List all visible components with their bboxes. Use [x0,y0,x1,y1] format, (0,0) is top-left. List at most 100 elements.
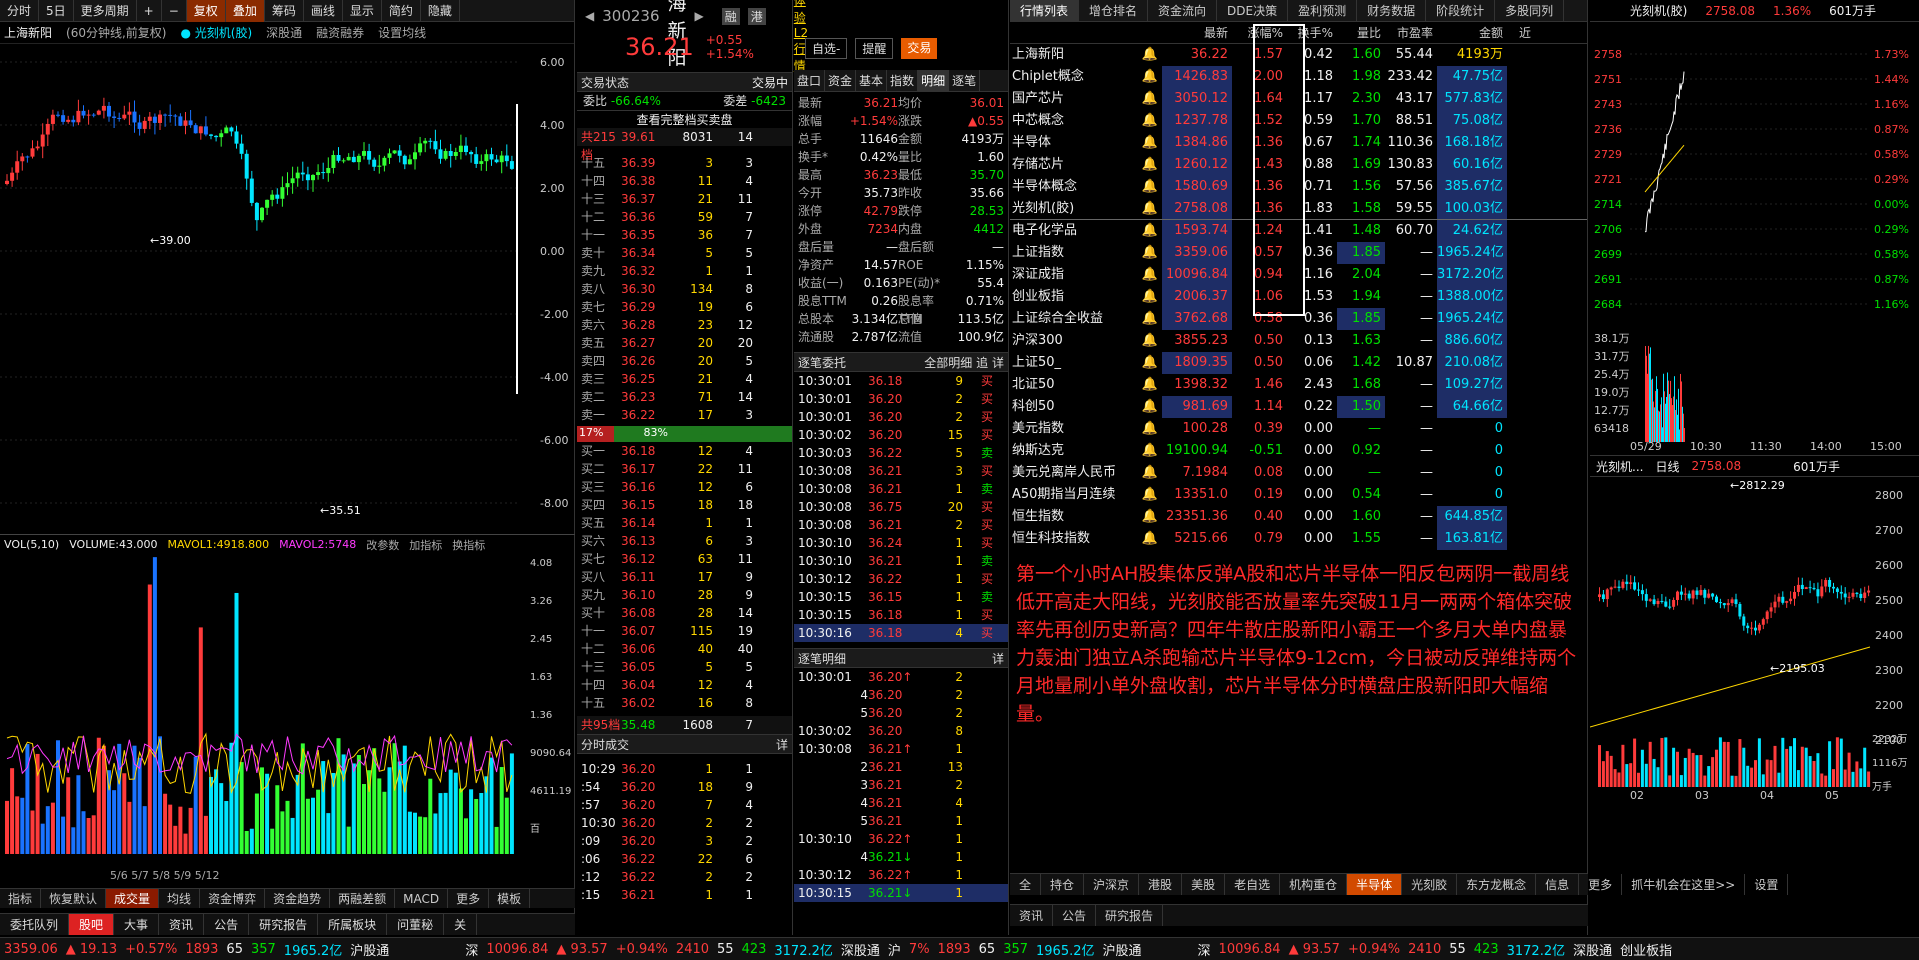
indicator-tab[interactable]: 资金趋势 [265,889,331,908]
column-header[interactable]: 近 [1507,22,1535,43]
watchlist-tab[interactable]: 多股同列 [1495,0,1565,21]
bell-icon[interactable]: 🔔 [1140,374,1162,396]
ma-settings[interactable]: 设置均线 [378,24,426,41]
detail-tab[interactable]: 逐笔 [949,70,981,91]
detail-tab[interactable]: 盘口 [794,70,826,91]
column-header[interactable]: 市盈率 [1385,22,1437,43]
detail-tab[interactable]: 指数 [887,70,919,91]
bottom-tab[interactable]: 老自选 [1225,874,1281,895]
watchlist-row[interactable]: 北证50 🔔 1398.32 1.46 2.43 1.68 — 109.27亿 [1010,374,1587,396]
watchlist-row[interactable]: 恒生指数 🔔 23351.36 0.40 0.00 1.60 — 644.85亿 [1010,506,1587,528]
edit-params-button[interactable]: 改参数 [366,537,399,553]
bell-icon[interactable]: 🔔 [1140,506,1162,528]
bottom-tab[interactable]: 机构重仓 [1280,874,1348,895]
toolbar-item[interactable]: 隐藏 [421,0,460,22]
toolbar-item[interactable]: 更多周期 [74,0,137,22]
sz-connect-2[interactable]: 深股通 [1573,940,1612,959]
toolbar-item[interactable]: + [137,0,162,22]
watchlist-row[interactable]: 恒生科技指数 🔔 5215.66 0.79 0.00 1.55 — 163.81亿 [1010,528,1587,550]
watchlist-tab[interactable]: 增仓排名 [1079,0,1149,21]
watchlist-tab[interactable]: 财务数据 [1357,0,1427,21]
info-tab[interactable]: 股吧 [69,914,115,935]
detail-tab[interactable]: 资金 [825,70,857,91]
bottom-tab[interactable]: 光刻胶 [1402,874,1458,895]
bell-icon[interactable]: 🔔 [1140,352,1162,374]
toolbar-item[interactable]: 显示 [343,0,382,22]
column-header[interactable]: 最新 [1162,22,1232,43]
indicator-tab[interactable]: 模板 [489,889,531,908]
bell-icon[interactable]: 🔔 [1140,396,1162,418]
toolbar-item[interactable]: 筹码 [265,0,304,22]
bell-icon[interactable]: 🔔 [1140,110,1162,132]
bottom-tab[interactable]: 美股 [1182,874,1226,895]
indicator-tab[interactable]: 均线 [159,889,201,908]
info-tab[interactable]: 资讯 [159,914,205,935]
column-header[interactable]: 量比 [1337,22,1385,43]
bell-icon[interactable]: 🔔 [1140,44,1162,66]
bell-icon[interactable]: 🔔 [1140,176,1162,198]
info-tab[interactable]: 委托队列 [0,914,70,935]
watchlist-tab[interactable]: DDE决策 [1217,0,1289,21]
info-tab[interactable]: 大事 [114,914,160,935]
bell-icon[interactable]: 🔔 [1140,330,1162,352]
change-indicator-button[interactable]: 换指标 [452,537,485,553]
bottom-tab[interactable]: 持仓 [1041,874,1085,895]
info-tab[interactable]: 研究报告 [249,914,319,935]
bell-icon[interactable]: 🔔 [1140,528,1162,550]
bottom-tab[interactable]: 全 [1010,874,1042,895]
toolbar-item[interactable]: 简约 [382,0,421,22]
bottom-tab[interactable]: 港股 [1139,874,1183,895]
bell-icon[interactable]: 🔔 [1140,132,1162,154]
column-header[interactable]: 金额 [1437,22,1507,43]
deep-connect-label[interactable]: 深股通 [266,24,302,41]
toolbar-item[interactable]: 分时 [0,0,40,22]
toolbar-item[interactable]: 画线 [304,0,343,22]
indicator-tab[interactable]: 更多 [448,889,490,908]
bottom-tab[interactable]: 东方龙概念 [1457,874,1537,895]
bottom-tab[interactable]: 信息 [1536,874,1580,895]
candlestick-chart[interactable]: 6.00 4.00 2.00 0.00 -2.00 -4.00 -6.00 -8.00 ←39.… [0,44,575,534]
watchlist-tab[interactable]: 行情列表 [1010,0,1080,21]
detail-tab[interactable]: 基本 [856,70,888,91]
bell-icon[interactable]: 🔔 [1140,462,1162,484]
watchlist-tab[interactable]: 盈利预测 [1288,0,1358,21]
bottom-tab[interactable]: 半导体 [1347,874,1403,895]
indicator-tab[interactable]: 恢复默认 [41,889,107,908]
bell-icon[interactable]: 🔔 [1140,308,1162,330]
info-tab[interactable]: 问董秘 [387,914,445,935]
info-tab[interactable]: 所属板块 [318,914,388,935]
indicator-tab[interactable]: 成交量 [106,889,160,908]
mingxi-detail-button[interactable]: 详 [992,649,1004,667]
chase-button[interactable]: 追 [976,356,988,370]
watchlist-row[interactable]: 纳斯达克 🔔 19100.94 -0.51 0.00 0.92 — 0 [1010,440,1587,462]
bell-icon[interactable]: 🔔 [1140,198,1162,219]
prev-stock-icon[interactable]: ◀ [585,9,594,23]
zhubi-detail-button[interactable]: 详 [992,356,1004,370]
info-bottom-tab[interactable]: 资讯 [1010,905,1054,926]
watchlist-row[interactable]: 沪深300 🔔 3855.23 0.50 0.13 1.63 — 886.60亿 [1010,330,1587,352]
bell-icon[interactable]: 🔔 [1140,66,1162,88]
add-indicator-button[interactable]: 加指标 [409,537,442,553]
all-detail-button[interactable]: 全部明细 [924,356,972,370]
toolbar-item[interactable]: 5日 [39,0,74,22]
bell-icon[interactable]: 🔔 [1140,264,1162,286]
info-tab[interactable]: 关 [444,914,478,935]
sz-connect[interactable]: 深股通 [841,940,880,959]
column-header[interactable] [1010,22,1140,43]
watchlist-row[interactable]: A50期指当月连续 🔔 13351.0 0.19 0.00 0.54 — 0 [1010,484,1587,506]
margin-label[interactable]: 融资融券 [316,24,364,41]
watchlist-row[interactable]: 科创50 🔔 981.69 1.14 0.22 1.50 — 64.66亿 [1010,396,1587,418]
column-header[interactable] [1140,22,1162,43]
toolbar-item[interactable]: 复权 [186,0,226,22]
next-stock-icon[interactable]: ▶ [695,9,704,23]
info-tab[interactable]: 公告 [204,914,250,935]
sh-connect[interactable]: 沪股通 [350,940,389,959]
bell-icon[interactable]: 🔔 [1140,418,1162,440]
bell-icon[interactable]: 🔔 [1140,88,1162,110]
overlay-label[interactable]: ● 光刻机(胶) [180,24,252,41]
watchlist-tab[interactable]: 资金流向 [1148,0,1218,21]
bottom-tab[interactable]: 沪深京 [1084,874,1140,895]
bell-icon[interactable]: 🔔 [1140,484,1162,506]
info-bottom-tab[interactable]: 公告 [1053,905,1097,926]
info-bottom-tab[interactable]: 研究报告 [1096,905,1164,926]
